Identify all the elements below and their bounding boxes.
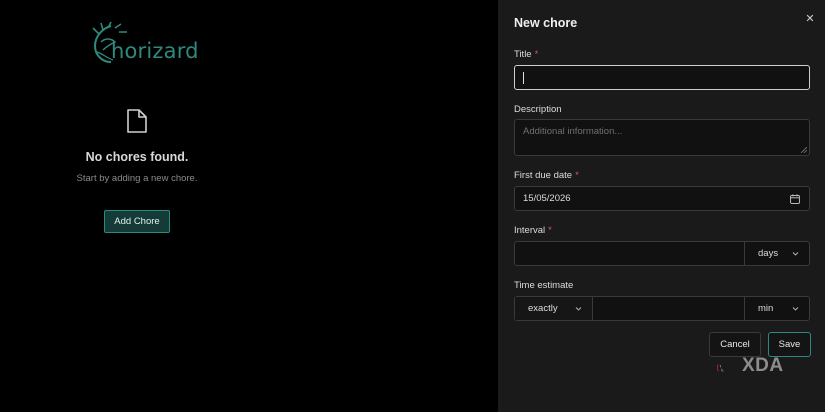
title-input[interactable]: [515, 66, 809, 89]
due-date-field[interactable]: [514, 186, 810, 211]
time-estimate-input-wrap: [593, 297, 744, 320]
drawer-title: New chore: [514, 16, 578, 30]
chores-page: horizard No chores found. Start by addin…: [0, 0, 498, 412]
xda-watermark-text: XDA: [742, 355, 784, 376]
due-date-input[interactable]: [515, 187, 809, 210]
required-mark: *: [575, 170, 579, 181]
title-label-text: Title: [514, 49, 532, 60]
chevron-down-icon: [792, 252, 799, 256]
interval-label-text: Interval: [514, 225, 546, 236]
interval-label: Interval *: [514, 225, 552, 236]
chevron-down-icon: [792, 307, 799, 311]
required-mark: *: [534, 49, 539, 60]
time-estimate-unit-select[interactable]: min: [744, 297, 809, 320]
empty-state-subtitle: Start by adding a new chore.: [76, 173, 198, 184]
logo-wordmark: horizard: [111, 39, 199, 63]
required-mark: *: [548, 225, 552, 236]
add-chore-button[interactable]: Add Chore: [104, 210, 170, 233]
time-estimate-input[interactable]: [593, 297, 744, 320]
text-caret: [523, 72, 524, 84]
title-field[interactable]: [514, 65, 810, 90]
time-estimate-label: Time estimate: [514, 280, 574, 291]
save-button[interactable]: Save: [768, 332, 811, 357]
time-estimate-mode-select[interactable]: exactly: [515, 297, 593, 320]
due-date-label: First due date *: [514, 170, 579, 181]
interval-unit-value: days: [758, 248, 779, 259]
xda-logo-icon: [717, 364, 724, 372]
empty-state-title: No chores found.: [85, 150, 189, 164]
chevron-down-icon: [575, 307, 582, 311]
interval-field: days: [514, 241, 810, 266]
description-label: Description: [514, 104, 562, 115]
interval-unit-select[interactable]: days: [744, 242, 809, 265]
interval-input[interactable]: [515, 242, 745, 265]
description-input[interactable]: [515, 120, 809, 155]
resize-grip-icon[interactable]: [801, 147, 807, 153]
time-estimate-unit-value: min: [758, 303, 774, 314]
cancel-button[interactable]: Cancel: [709, 332, 761, 357]
file-icon: [127, 109, 147, 133]
description-field[interactable]: [514, 119, 810, 156]
close-icon[interactable]: ✕: [803, 12, 817, 26]
new-chore-drawer: New chore ✕ Title* Description First due…: [498, 0, 825, 412]
time-estimate-field: exactly min: [514, 296, 810, 321]
time-estimate-mode-value: exactly: [528, 303, 558, 314]
title-label: Title *: [514, 49, 538, 60]
due-date-label-text: First due date: [514, 170, 573, 181]
calendar-icon[interactable]: [790, 194, 800, 204]
